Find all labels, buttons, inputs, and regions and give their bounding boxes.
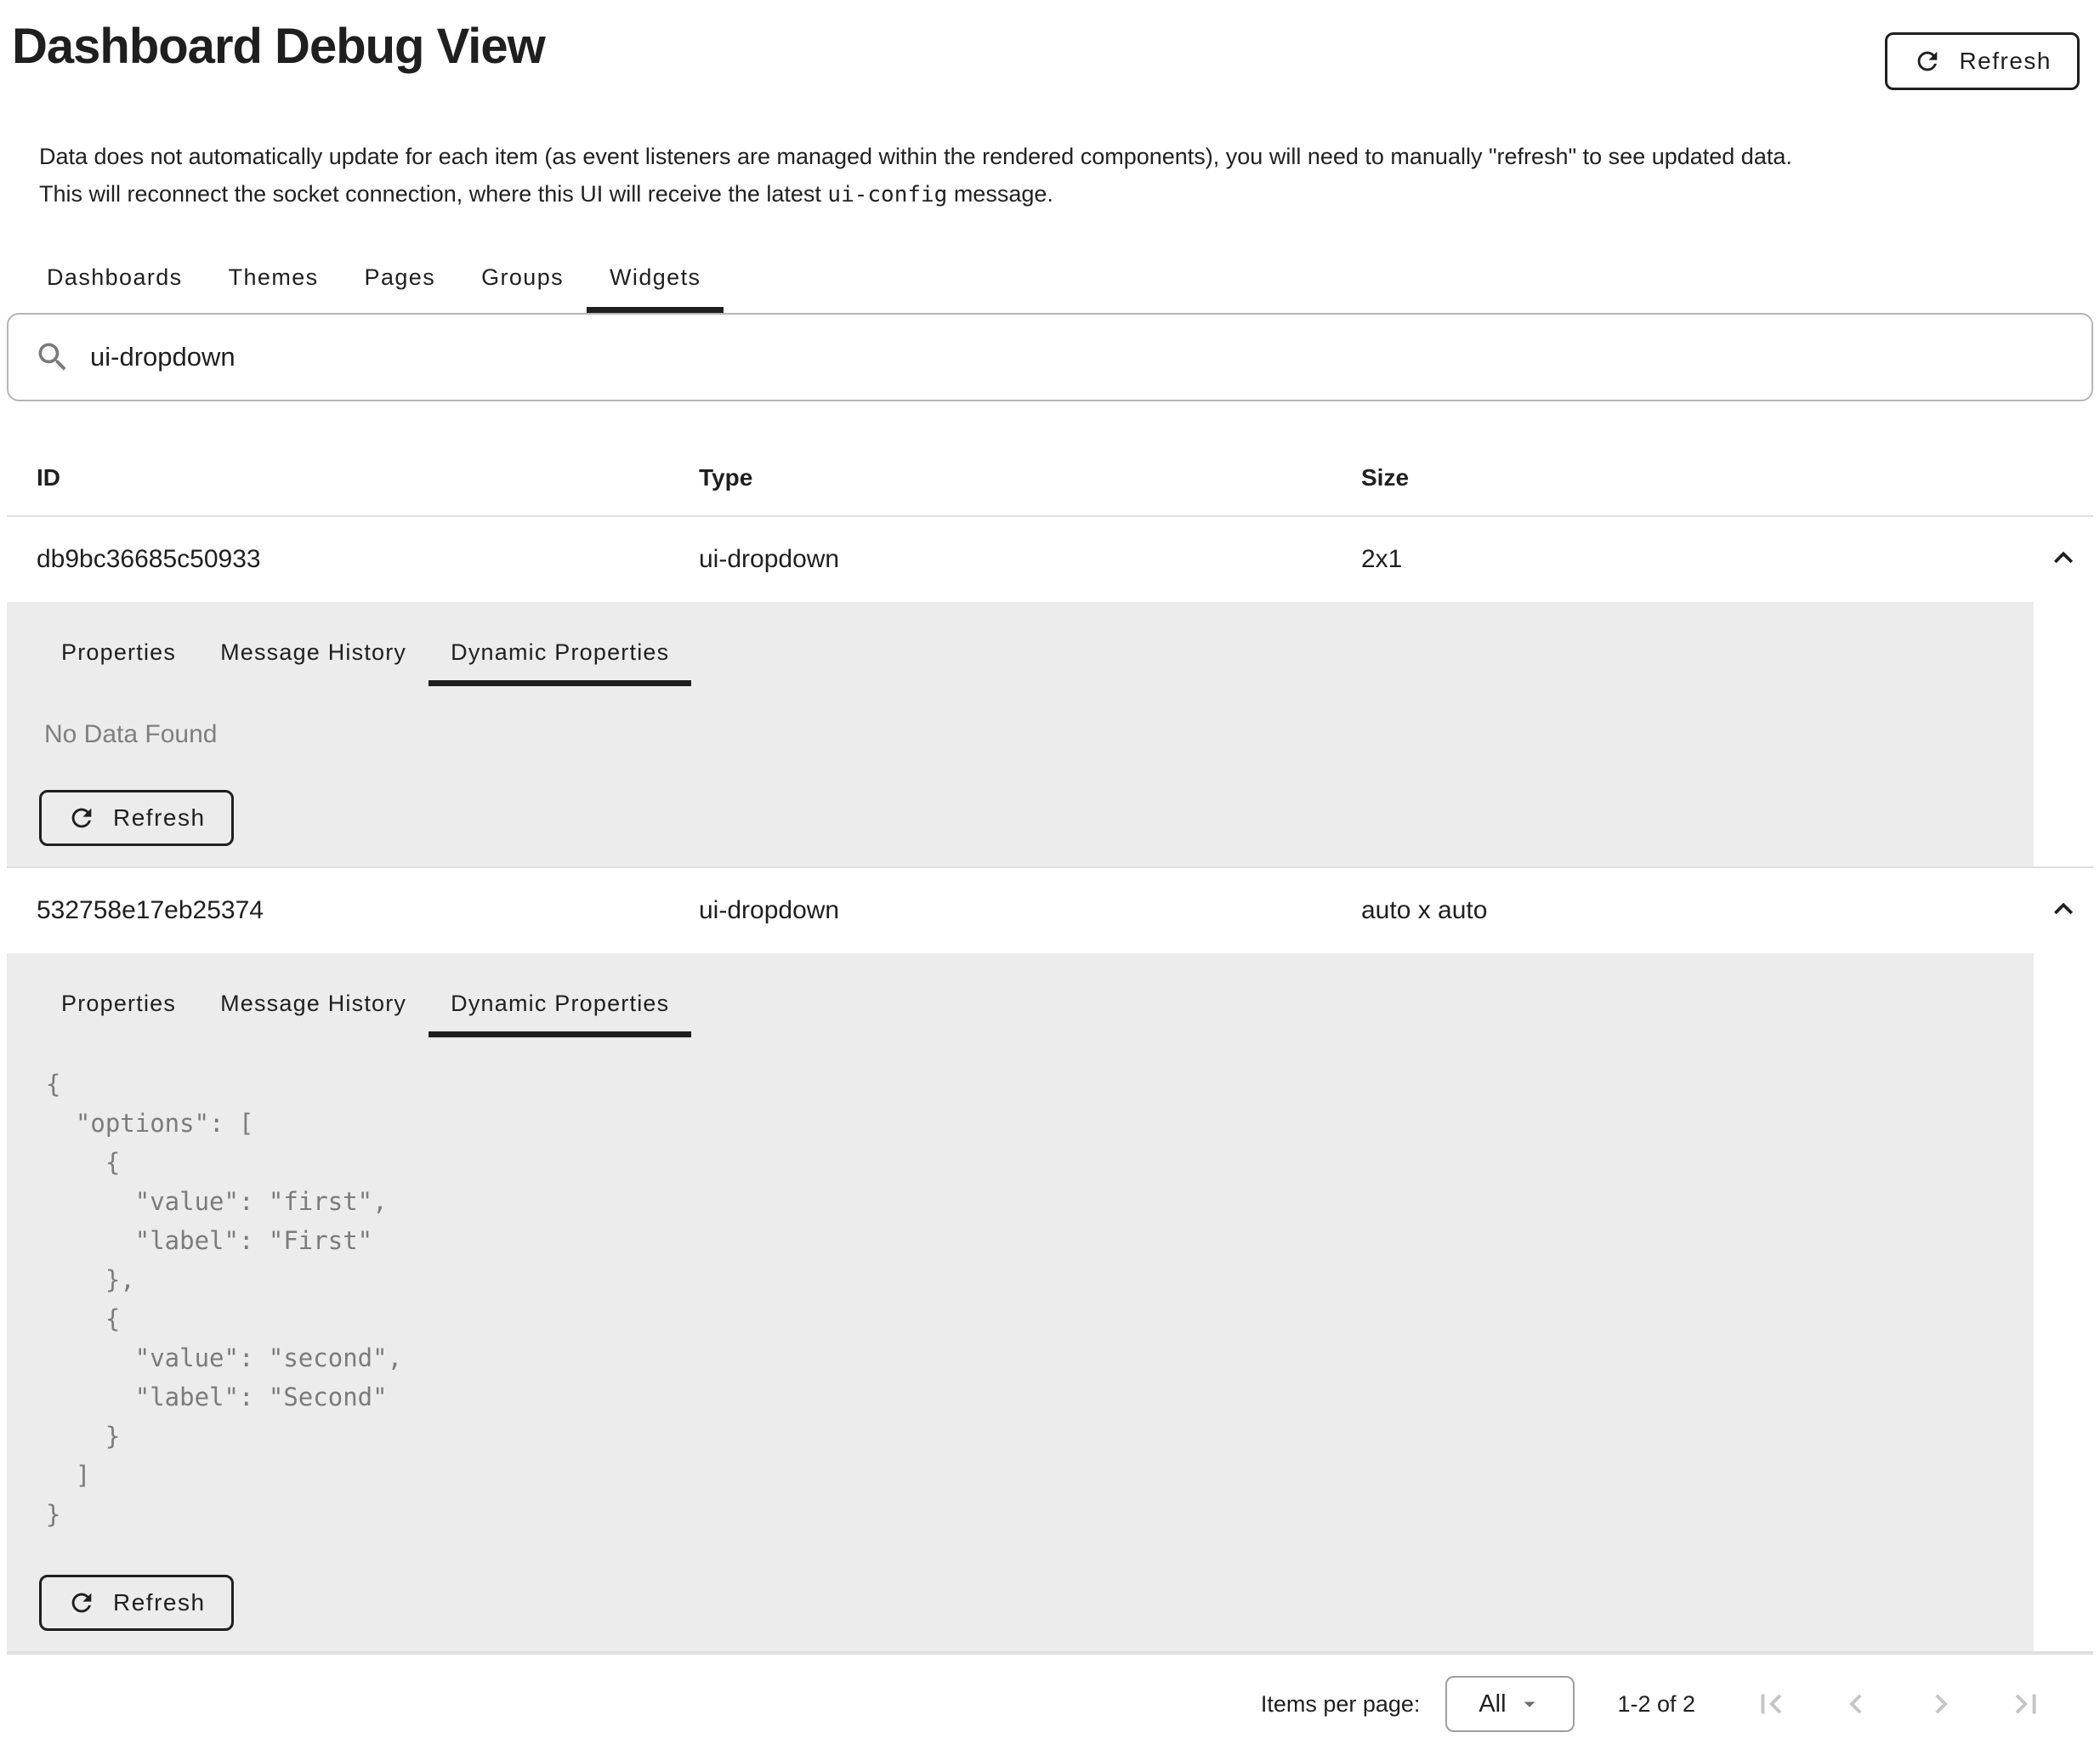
header: Dashboard Debug View Refresh (7, 0, 2093, 90)
last-page-icon (2006, 1684, 2046, 1724)
panel-tabs: Properties Message History Dynamic Prope… (39, 974, 2000, 1037)
panel-tabs: Properties Message History Dynamic Prope… (39, 622, 2000, 686)
first-page-button[interactable] (1751, 1684, 1791, 1724)
page-title: Dashboard Debug View (12, 17, 545, 77)
expanded-panel-row: Properties Message History Dynamic Prope… (7, 602, 2093, 867)
dynamic-properties-json: { "options": [ { "value": "first", "labe… (46, 1065, 2000, 1534)
tab-themes[interactable]: Themes (206, 251, 342, 313)
previous-page-button[interactable] (1836, 1684, 1876, 1724)
table-row[interactable]: db9bc36685c50933 ui-dropdown 2x1 (7, 516, 2093, 602)
tab-widgets[interactable]: Widgets (587, 251, 724, 313)
cell-id: db9bc36685c50933 (7, 516, 669, 602)
cell-size: 2x1 (1331, 516, 2034, 602)
cell-type: ui-dropdown (669, 867, 1331, 953)
tab-message-history[interactable]: Message History (198, 974, 429, 1037)
items-per-page-value: All (1479, 1690, 1506, 1718)
tab-dynamic-properties[interactable]: Dynamic Properties (429, 974, 691, 1037)
pagination-range: 1-2 of 2 (1617, 1691, 1695, 1718)
search-input[interactable] (88, 341, 2066, 373)
refresh-button[interactable]: Refresh (1885, 32, 2080, 90)
no-data-message: No Data Found (44, 720, 2000, 749)
tab-message-history[interactable]: Message History (198, 622, 429, 686)
tab-groups[interactable]: Groups (458, 251, 587, 313)
cell-id: 532758e17eb25374 (7, 867, 669, 953)
panel-gap (2034, 953, 2093, 1652)
column-header-type: Type (669, 437, 1331, 516)
tab-properties[interactable]: Properties (39, 622, 198, 686)
table-header-row: ID Type Size (7, 437, 2093, 516)
expanded-panel-row: Properties Message History Dynamic Prope… (7, 953, 2093, 1652)
last-page-button[interactable] (2006, 1684, 2046, 1724)
tab-properties[interactable]: Properties (39, 974, 198, 1037)
cell-type: ui-dropdown (669, 516, 1331, 602)
panel-gap (2034, 602, 2093, 867)
ui-config-code: ui-config (827, 182, 947, 207)
refresh-button-label: Refresh (1959, 48, 2052, 75)
description: Data does not automatically update for e… (39, 138, 2093, 213)
column-header-id: ID (7, 437, 669, 516)
description-line-2-suffix: message. (947, 181, 1053, 207)
description-line-1: Data does not automatically update for e… (39, 138, 2093, 175)
column-header-size: Size (1331, 437, 2034, 516)
panel-refresh-button[interactable]: Refresh (39, 1575, 234, 1631)
collapse-row-button[interactable] (2045, 539, 2082, 576)
description-line-2: This will reconnect the socket connectio… (39, 175, 2093, 213)
panel-refresh-button-label: Refresh (113, 1589, 206, 1616)
widget-detail-panel: Properties Message History Dynamic Prope… (7, 953, 2034, 1652)
chevron-up-icon (2045, 539, 2082, 576)
tab-dynamic-properties[interactable]: Dynamic Properties (429, 622, 691, 686)
dashboard-debug-view: Dashboard Debug View Refresh Data does n… (0, 0, 2100, 1755)
panel-refresh-button-label: Refresh (113, 804, 206, 832)
table-row[interactable]: 532758e17eb25374 ui-dropdown auto x auto (7, 867, 2093, 953)
next-page-button[interactable] (1921, 1684, 1961, 1724)
refresh-icon (1913, 47, 1942, 76)
tab-pages[interactable]: Pages (342, 251, 459, 313)
description-line-2-text: This will reconnect the socket connectio… (39, 181, 827, 207)
chevron-up-icon (2045, 890, 2082, 928)
search-field[interactable] (7, 313, 2093, 401)
cell-size: auto x auto (1331, 867, 2034, 953)
items-per-page-label: Items per page: (1261, 1691, 1421, 1718)
main-tabs: Dashboards Themes Pages Groups Widgets (24, 251, 2093, 313)
refresh-icon (67, 804, 96, 832)
panel-refresh-button[interactable]: Refresh (39, 790, 234, 846)
collapse-row-button[interactable] (2045, 890, 2082, 928)
table-footer: Items per page: All 1-2 of 2 (7, 1653, 2093, 1753)
chevron-left-icon (1836, 1684, 1876, 1724)
caret-down-icon (1517, 1691, 1542, 1717)
refresh-icon (67, 1588, 96, 1617)
first-page-icon (1751, 1684, 1791, 1724)
chevron-right-icon (1921, 1684, 1961, 1724)
widget-detail-panel: Properties Message History Dynamic Prope… (7, 602, 2034, 867)
widgets-table: ID Type Size db9bc36685c50933 ui-dropdow… (7, 437, 2093, 1653)
items-per-page-select[interactable]: All (1445, 1676, 1575, 1732)
pagination-controls (1751, 1684, 2046, 1724)
column-header-expand (2034, 437, 2093, 516)
tab-dashboards[interactable]: Dashboards (24, 251, 206, 313)
search-icon (34, 338, 71, 376)
